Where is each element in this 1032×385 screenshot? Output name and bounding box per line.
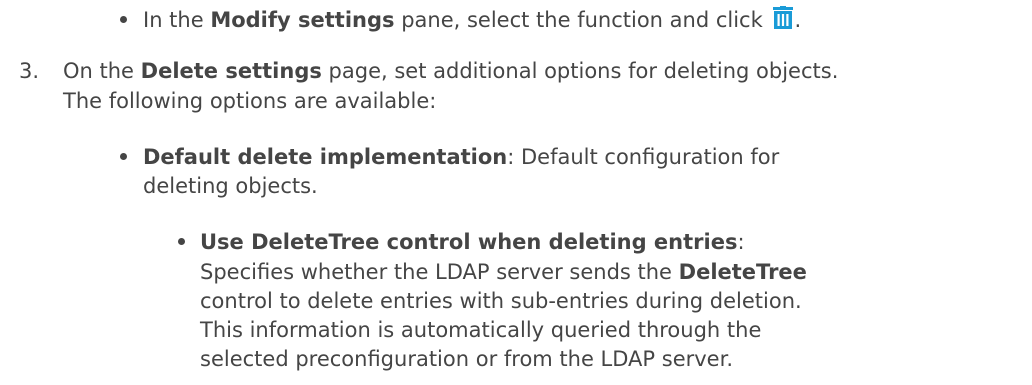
step3-line-1: On the Delete settings page, set additio… (63, 57, 838, 85)
default-delete-option-line-2: deleting objects. (143, 174, 318, 198)
deletetree-desc-pre: Specifies whether the LDAP server sends … (200, 260, 679, 284)
default-delete-desc: : Default configuration for (507, 145, 780, 169)
deletetree-option-colon: : (737, 230, 745, 254)
instruction-pre: In the (143, 8, 211, 32)
document-page: { "accent_color": "#1a9bd7", "step_bulle… (0, 0, 1032, 385)
modify-settings-instruction: In the Modify settings pane, select the … (143, 6, 801, 34)
bullet-dot (120, 16, 127, 23)
trash-icon (772, 6, 794, 30)
deletetree-label: DeleteTree (678, 260, 807, 284)
step3-pre: On the (63, 59, 141, 83)
step3-line-2: The following options are available: (63, 89, 437, 113)
step3-post: page, set additional options for deletin… (321, 59, 839, 83)
deletetree-option-line-2: Specifies whether the LDAP server sends … (200, 258, 807, 286)
trash-icon-svg (773, 6, 794, 29)
step-number: 3. (19, 59, 40, 83)
default-delete-option-line-1: Default delete implementation: Default c… (143, 143, 779, 171)
deletetree-option-line-4: This information is automatically querie… (200, 318, 762, 342)
bullet-dot (178, 238, 185, 245)
deletetree-option-label: Use DeleteTree control when deleting ent… (200, 230, 738, 254)
deletetree-option-line-3: control to delete entries with sub-entri… (200, 289, 802, 313)
delete-settings-label: Delete settings (140, 59, 322, 83)
instruction-tail: . (794, 8, 802, 32)
modify-settings-label: Modify settings (210, 8, 395, 32)
instruction-post: pane, select the function and click (394, 8, 770, 32)
deletetree-option-line-5: selected preconfiguration or from the LD… (200, 347, 733, 371)
deletetree-option-line-1: Use DeleteTree control when deleting ent… (200, 228, 745, 256)
bullet-dot (120, 153, 127, 160)
default-delete-label: Default delete implementation (143, 145, 508, 169)
